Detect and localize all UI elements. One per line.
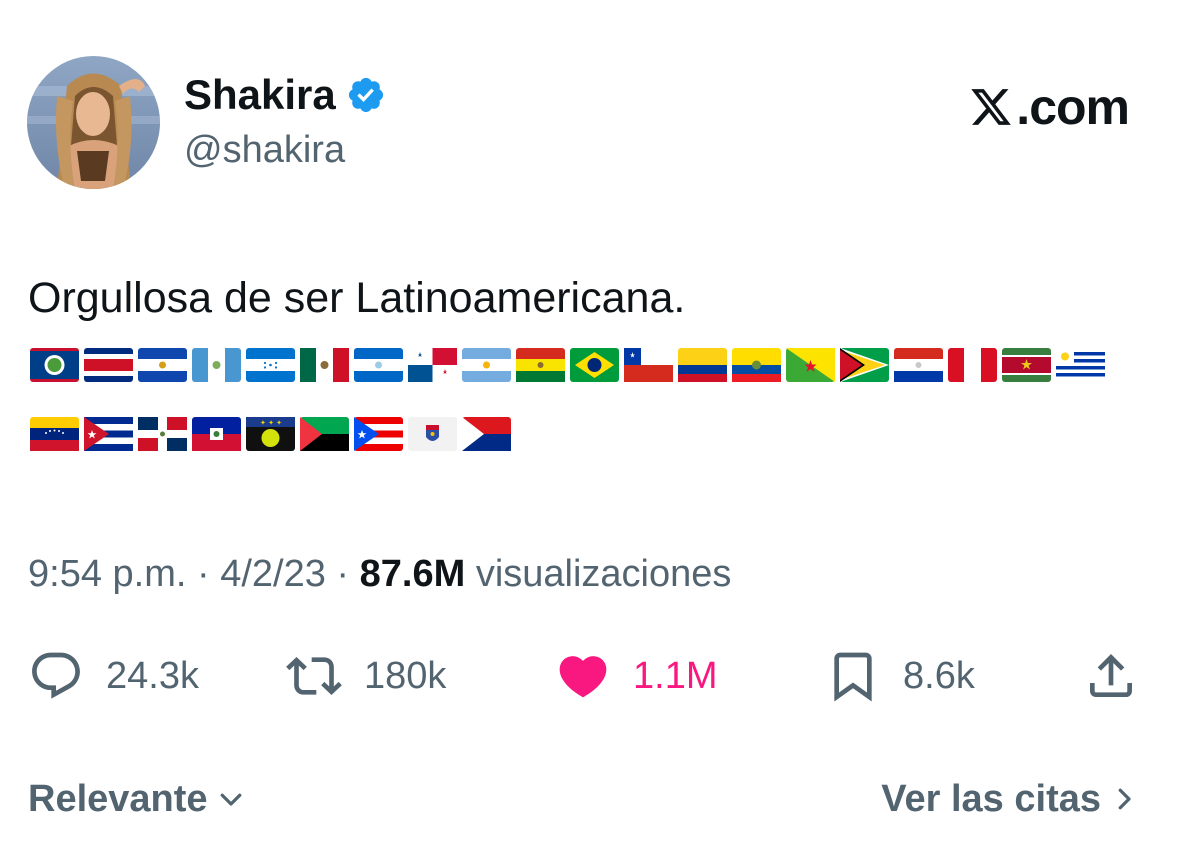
flag-puerto-rico-icon xyxy=(354,417,403,451)
chevron-down-icon xyxy=(220,793,241,806)
views-count: 87.6M xyxy=(359,553,466,595)
flag-guyana-icon xyxy=(840,348,889,382)
display-name[interactable]: Shakira xyxy=(184,70,386,120)
flag-dominican-republic-icon xyxy=(138,417,187,451)
tweet-meta: 9:54 p.m. · 4/2/23 · 87.6M visualizacion… xyxy=(28,550,731,598)
flag-saint-martin-icon xyxy=(462,417,511,451)
flag-nicaragua-icon xyxy=(354,348,403,382)
bookmark-count: 8.6k xyxy=(903,654,975,697)
flag-guadeloupe-icon: ✦ ✦ ✦ xyxy=(246,417,295,451)
flag-ecuador-icon xyxy=(732,348,781,382)
flag-peru-icon xyxy=(948,348,997,382)
avatar[interactable] xyxy=(27,56,160,189)
flag-belize-icon xyxy=(30,348,79,382)
meta-separator: · xyxy=(325,553,360,595)
meta-separator: · xyxy=(186,553,221,595)
sort-label: Relevante xyxy=(28,778,208,820)
flag-venezuela-icon xyxy=(30,417,79,451)
flag-chile-icon xyxy=(624,348,673,382)
view-quotes-link[interactable]: Ver las citas xyxy=(881,776,1139,822)
flag-haiti-icon xyxy=(192,417,241,451)
svg-text:✦ ✦ ✦: ✦ ✦ ✦ xyxy=(260,419,282,427)
share-icon xyxy=(1090,654,1132,697)
flag-argentina-icon xyxy=(462,348,511,382)
bookmark-icon xyxy=(834,652,872,702)
flag-brazil-icon xyxy=(570,348,619,382)
tweet-date[interactable]: 4/2/23 xyxy=(220,553,326,595)
display-name-text: Shakira xyxy=(184,71,336,118)
flags-row: ✦ ✦ ✦ xyxy=(30,417,511,451)
flag-french-guiana-icon xyxy=(786,348,835,382)
flag-cuba-icon xyxy=(84,417,133,451)
tweet-actions-bar: 24.3k 180k 1.1M 8.6k xyxy=(0,646,1179,706)
flag-mexico-icon xyxy=(300,348,349,382)
flag-paraguay-icon xyxy=(894,348,943,382)
flag-guatemala-icon xyxy=(192,348,241,382)
brand-text: .com xyxy=(1016,79,1130,135)
reply-icon xyxy=(32,652,80,699)
flag-el-salvador-icon xyxy=(138,348,187,382)
reply-button[interactable]: 24.3k xyxy=(28,646,199,706)
flag-saint-barthelemy-icon xyxy=(408,417,457,451)
chevron-right-icon xyxy=(1118,788,1131,810)
reply-count: 24.3k xyxy=(106,654,199,697)
views-label: visualizaciones xyxy=(465,553,732,595)
brand-watermark: .com xyxy=(968,78,1130,136)
verified-badge-icon xyxy=(348,77,383,113)
heart-filled-icon xyxy=(559,656,607,698)
x-logo-icon xyxy=(971,89,1012,125)
flag-colombia-icon xyxy=(678,348,727,382)
retweet-icon xyxy=(286,657,342,695)
like-count: 1.1M xyxy=(633,654,718,697)
like-button[interactable]: 1.1M xyxy=(555,646,717,706)
flags-row xyxy=(30,348,1105,382)
flag-bolivia-icon xyxy=(516,348,565,382)
flag-costa-rica-icon xyxy=(84,348,133,382)
view-quotes-label: Ver las citas xyxy=(881,778,1101,820)
flag-martinique-icon xyxy=(300,417,349,451)
bookmark-button[interactable]: 8.6k xyxy=(825,646,975,706)
flag-suriname-icon xyxy=(1002,348,1051,382)
avatar-image xyxy=(27,56,160,189)
sort-dropdown[interactable]: Relevante xyxy=(28,776,246,822)
flag-uruguay-icon xyxy=(1056,348,1105,382)
tweet-time[interactable]: 9:54 p.m. xyxy=(28,553,186,595)
flag-panama-icon xyxy=(408,348,457,382)
user-handle[interactable]: @shakira xyxy=(184,127,345,173)
tweet-text: Orgullosa de ser Latinoamericana. xyxy=(28,274,686,322)
retweet-button[interactable]: 180k xyxy=(286,646,446,706)
flag-honduras-icon xyxy=(246,348,295,382)
share-button[interactable] xyxy=(1083,646,1139,706)
retweet-count: 180k xyxy=(364,654,447,697)
